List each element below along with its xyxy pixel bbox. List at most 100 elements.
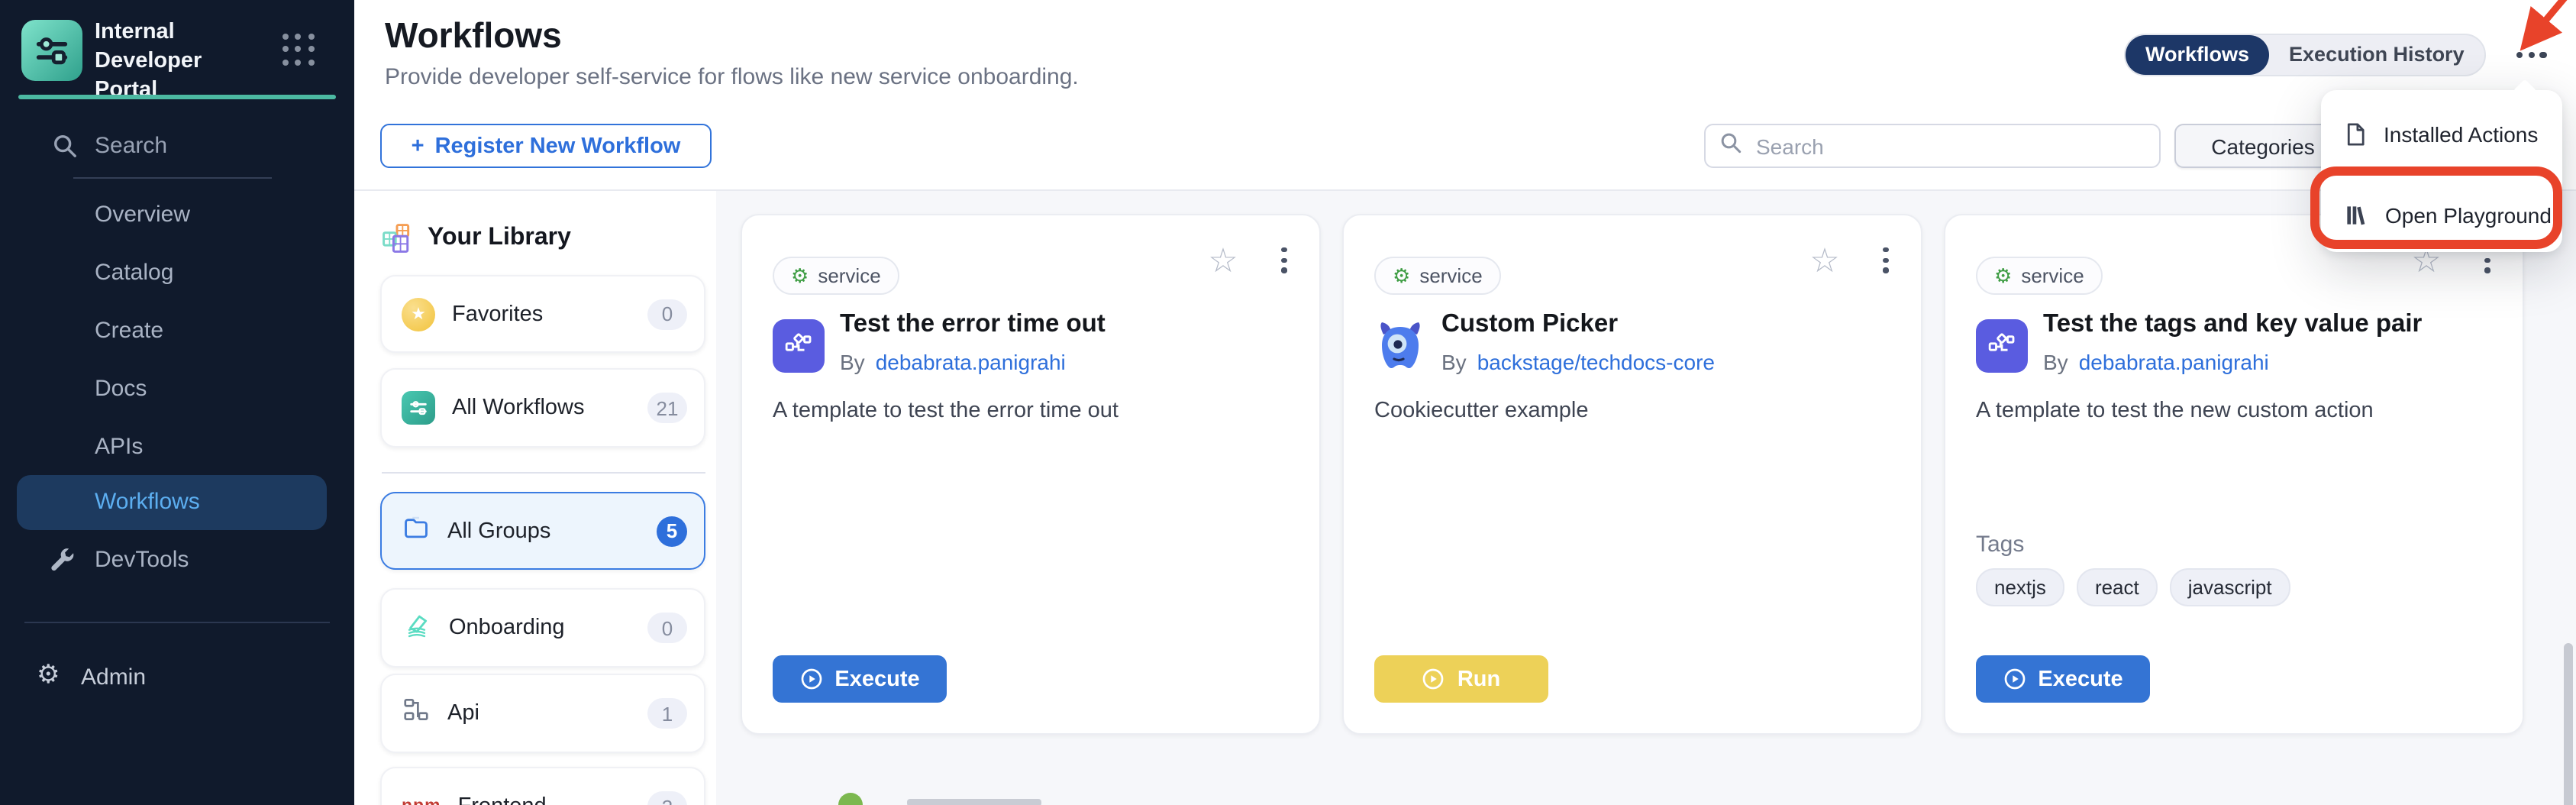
search-input[interactable] xyxy=(1753,132,2145,160)
library-icon xyxy=(2344,203,2368,228)
sidebar-item-admin[interactable]: Admin xyxy=(81,664,146,690)
menu-item-installed-actions[interactable]: Installed Actions xyxy=(2321,104,2562,165)
folder-icon xyxy=(402,512,431,549)
gear-icon: ⚙ xyxy=(791,266,809,286)
view-tabs: Workflows Execution History xyxy=(2124,34,2486,76)
count-badge: 3 xyxy=(647,791,687,805)
count-badge: 1 xyxy=(647,698,687,729)
library-row-favorites[interactable]: ★ Favorites 0 xyxy=(380,275,705,353)
brand-logo-icon xyxy=(21,20,82,81)
card-byline: Bydebabrata.panigrahi xyxy=(840,350,1066,374)
play-circle-icon xyxy=(1422,668,1445,690)
sidebar-search[interactable]: Search xyxy=(0,125,354,168)
sidebar-item-create[interactable]: Create xyxy=(0,309,354,354)
sidebar-search-label: Search xyxy=(95,133,167,159)
page-title: Workflows xyxy=(385,15,562,57)
play-circle-icon xyxy=(799,668,822,690)
document-icon xyxy=(2344,122,2367,147)
card-title: Test the error time out xyxy=(840,310,1106,339)
plus-icon: + xyxy=(412,134,424,158)
sidebar: Internal Developer Portal Search Overvie… xyxy=(0,0,354,805)
tab-execution-history[interactable]: Execution History xyxy=(2269,35,2484,75)
template-icon xyxy=(773,319,825,373)
scrollbar[interactable] xyxy=(2564,643,2573,805)
card-title: Custom Picker xyxy=(1441,310,1618,339)
toolbar-divider xyxy=(354,189,2576,191)
favorite-star-icon[interactable]: ☆ xyxy=(1205,241,1241,281)
library-row-onboarding[interactable]: Onboarding 0 xyxy=(380,588,705,668)
workflow-icon xyxy=(402,391,435,425)
npm-icon: npm xyxy=(402,797,441,805)
card-menu-icon[interactable] xyxy=(1280,247,1289,273)
page-subtitle: Provide developer self-service for flows… xyxy=(385,64,1079,90)
count-badge: 0 xyxy=(647,299,687,329)
card-description: Cookiecutter example xyxy=(1374,399,1878,423)
tags-label: Tags xyxy=(1976,532,2024,558)
workflow-card: ⚙ service ☆ Custom Picker Bybackstage/te… xyxy=(1342,214,1922,735)
card-description: A template to test the new custom action xyxy=(1976,399,2480,423)
gear-icon: ⚙ xyxy=(1994,266,2012,286)
sidebar-item-overview[interactable]: Overview xyxy=(0,192,354,238)
cubes-icon xyxy=(380,221,414,255)
card-description: A template to test the error time out xyxy=(773,399,1277,423)
sidebar-bottom-divider xyxy=(24,622,330,623)
sidebar-item-apis[interactable]: APIs xyxy=(0,425,354,470)
tab-workflows[interactable]: Workflows xyxy=(2126,35,2269,75)
workflow-search xyxy=(1704,124,2161,168)
register-new-workflow-button[interactable]: + Register New Workflow xyxy=(380,124,712,168)
count-badge: 5 xyxy=(657,516,687,546)
star-circle-icon: ★ xyxy=(402,297,435,331)
library-header: Your Library xyxy=(380,220,571,257)
count-badge: 0 xyxy=(647,613,687,643)
tag-pill[interactable]: javascript xyxy=(2170,568,2290,606)
search-icon xyxy=(1719,131,1742,161)
gear-icon: ⚙ xyxy=(37,661,60,687)
play-circle-icon xyxy=(2003,668,2026,690)
library-row-frontend[interactable]: npm Frontend 3 xyxy=(380,767,705,805)
sliders-icon xyxy=(32,31,72,70)
gear-icon: ⚙ xyxy=(1393,266,1410,286)
annotation-arrow xyxy=(2486,0,2576,55)
card-title: Test the tags and key value pair xyxy=(2043,310,2422,339)
sidebar-divider xyxy=(73,177,272,179)
library-row-api[interactable]: Api 1 xyxy=(380,674,705,753)
template-icon xyxy=(1976,319,2028,373)
sidebar-item-devtools[interactable]: DevTools xyxy=(0,538,354,584)
sidebar-item-docs[interactable]: Docs xyxy=(0,367,354,412)
author-link[interactable]: debabrata.panigrahi xyxy=(2079,350,2269,374)
app-window: Internal Developer Portal Search Overvie… xyxy=(0,0,2576,805)
card-byline: Bybackstage/techdocs-core xyxy=(1441,350,1715,374)
monster-icon xyxy=(1374,319,1426,373)
workflow-card: ⚙ service ☆ Test the tags and key value … xyxy=(1944,214,2524,735)
workflow-card: ⚙ service ☆ Test the error time out Byde… xyxy=(741,214,1321,735)
kind-chip: ⚙ service xyxy=(1374,257,1501,295)
brand-title: Internal Developer Portal xyxy=(95,18,275,105)
library-row-all-workflows[interactable]: All Workflows 21 xyxy=(380,368,705,448)
apps-grid-icon[interactable] xyxy=(282,34,316,67)
execute-button[interactable]: Execute xyxy=(773,655,947,703)
favorite-star-icon[interactable]: ☆ xyxy=(1806,241,1843,281)
tag-pill[interactable]: react xyxy=(2077,568,2158,606)
brand-underline xyxy=(18,95,336,99)
execute-button[interactable]: Execute xyxy=(1976,655,2150,703)
card-byline: Bydebabrata.panigrahi xyxy=(2043,350,2269,374)
sidebar-item-catalog[interactable]: Catalog xyxy=(0,251,354,296)
sidebar-item-workflows[interactable]: Workflows xyxy=(17,475,327,530)
kind-chip: ⚙ service xyxy=(773,257,899,295)
menu-item-open-playground[interactable]: Open Playground xyxy=(2321,185,2562,246)
author-link[interactable]: debabrata.panigrahi xyxy=(876,350,1066,374)
tags-row: nextjs react javascript xyxy=(1976,568,2290,606)
library-row-all-groups[interactable]: All Groups 5 xyxy=(380,492,705,570)
author-link[interactable]: backstage/techdocs-core xyxy=(1477,350,1715,374)
more-options-menu: Installed Actions Open Playground xyxy=(2321,90,2562,252)
books-icon xyxy=(402,609,432,647)
next-section-text-sliver xyxy=(907,799,1041,805)
sitemap-icon xyxy=(402,695,431,732)
run-button[interactable]: Run xyxy=(1374,655,1548,703)
tag-pill[interactable]: nextjs xyxy=(1976,568,2064,606)
card-menu-icon[interactable] xyxy=(1881,247,1890,273)
library-divider xyxy=(382,472,705,474)
count-badge: 21 xyxy=(647,393,687,423)
search-icon xyxy=(52,133,78,166)
library-title: Your Library xyxy=(428,225,571,252)
